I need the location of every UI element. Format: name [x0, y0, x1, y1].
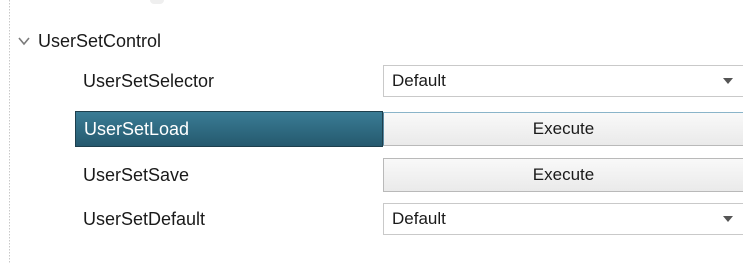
property-row-usersetsave[interactable]: UserSetSave Execute [75, 157, 743, 193]
property-name[interactable]: UserSetSave [75, 157, 383, 193]
group-header-usersetcontrol[interactable]: UserSetControl [16, 27, 161, 55]
scroll-hint [150, 0, 164, 4]
property-row-usersetselector[interactable]: UserSetSelector Default [75, 63, 743, 99]
property-grid: UserSetControl UserSetSelector Default U… [0, 0, 743, 264]
userset-save-execute-button[interactable]: Execute [383, 158, 743, 192]
group-label: UserSetControl [38, 30, 162, 51]
property-row-usersetdefault[interactable]: UserSetDefault Default [75, 201, 743, 237]
dropdown-arrow-icon[interactable] [723, 78, 733, 84]
chevron-down-icon[interactable] [16, 33, 32, 49]
userset-selector-dropdown[interactable]: Default [383, 65, 743, 97]
property-row-usersetload[interactable]: UserSetLoad Execute [75, 111, 743, 147]
property-name[interactable]: UserSetSelector [75, 63, 383, 99]
property-value: Default [383, 63, 743, 99]
property-value: Default [383, 201, 743, 237]
property-value: Execute [383, 157, 743, 193]
property-name[interactable]: UserSetDefault [75, 201, 383, 237]
userset-load-execute-button[interactable]: Execute [383, 112, 743, 146]
property-name[interactable]: UserSetLoad [75, 111, 383, 147]
dropdown-value: Default [392, 71, 446, 90]
dropdown-arrow-icon[interactable] [723, 216, 733, 222]
tree-guide-line [9, 0, 10, 264]
dropdown-value: Default [392, 209, 446, 228]
property-value: Execute [383, 111, 743, 147]
userset-default-dropdown[interactable]: Default [383, 203, 743, 235]
